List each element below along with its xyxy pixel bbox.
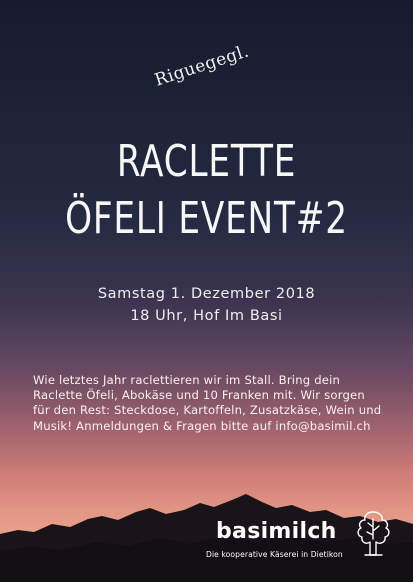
brand-name: basimilch (216, 519, 337, 544)
tree-icon (357, 511, 390, 556)
event-poster: Riguegegl. RACLETTE ÖFELI EVENT#2 Samsta… (0, 0, 413, 582)
mountain-silhouette (0, 494, 413, 582)
tagline: Riguegegl. (152, 41, 252, 91)
event-title-line2: ÖFELI EVENT#2 (65, 193, 348, 244)
event-time-place: 18 Uhr, Hof Im Basi (130, 308, 283, 324)
event-title-line1: RACLETTE (116, 136, 297, 187)
brand-subtitle: Die kooperative Käserei in Dietikon (206, 550, 343, 559)
event-date: Samstag 1. Dezember 2018 (97, 286, 316, 302)
event-description: Wie letztes Jahr raclettieren wir im Sta… (33, 373, 382, 433)
